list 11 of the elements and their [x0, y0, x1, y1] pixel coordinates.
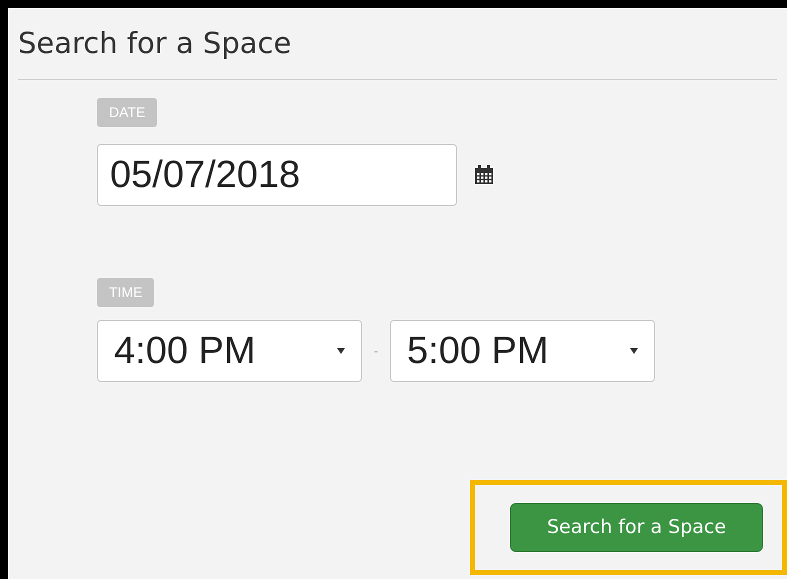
time-label: TIME	[97, 278, 154, 307]
search-button[interactable]: Search for a Space	[510, 503, 763, 552]
start-time-select[interactable]: 4:00 PM	[97, 320, 362, 382]
dropdown-caret-icon	[630, 348, 638, 354]
panel-title: Search for a Space	[18, 24, 292, 62]
dropdown-caret-icon	[337, 348, 345, 354]
calendar-icon[interactable]	[473, 164, 495, 186]
range-separator: -	[374, 343, 378, 360]
end-time-select[interactable]: 5:00 PM	[390, 320, 655, 382]
date-label: DATE	[97, 98, 158, 127]
date-field[interactable]: 05/07/2018	[97, 144, 457, 206]
